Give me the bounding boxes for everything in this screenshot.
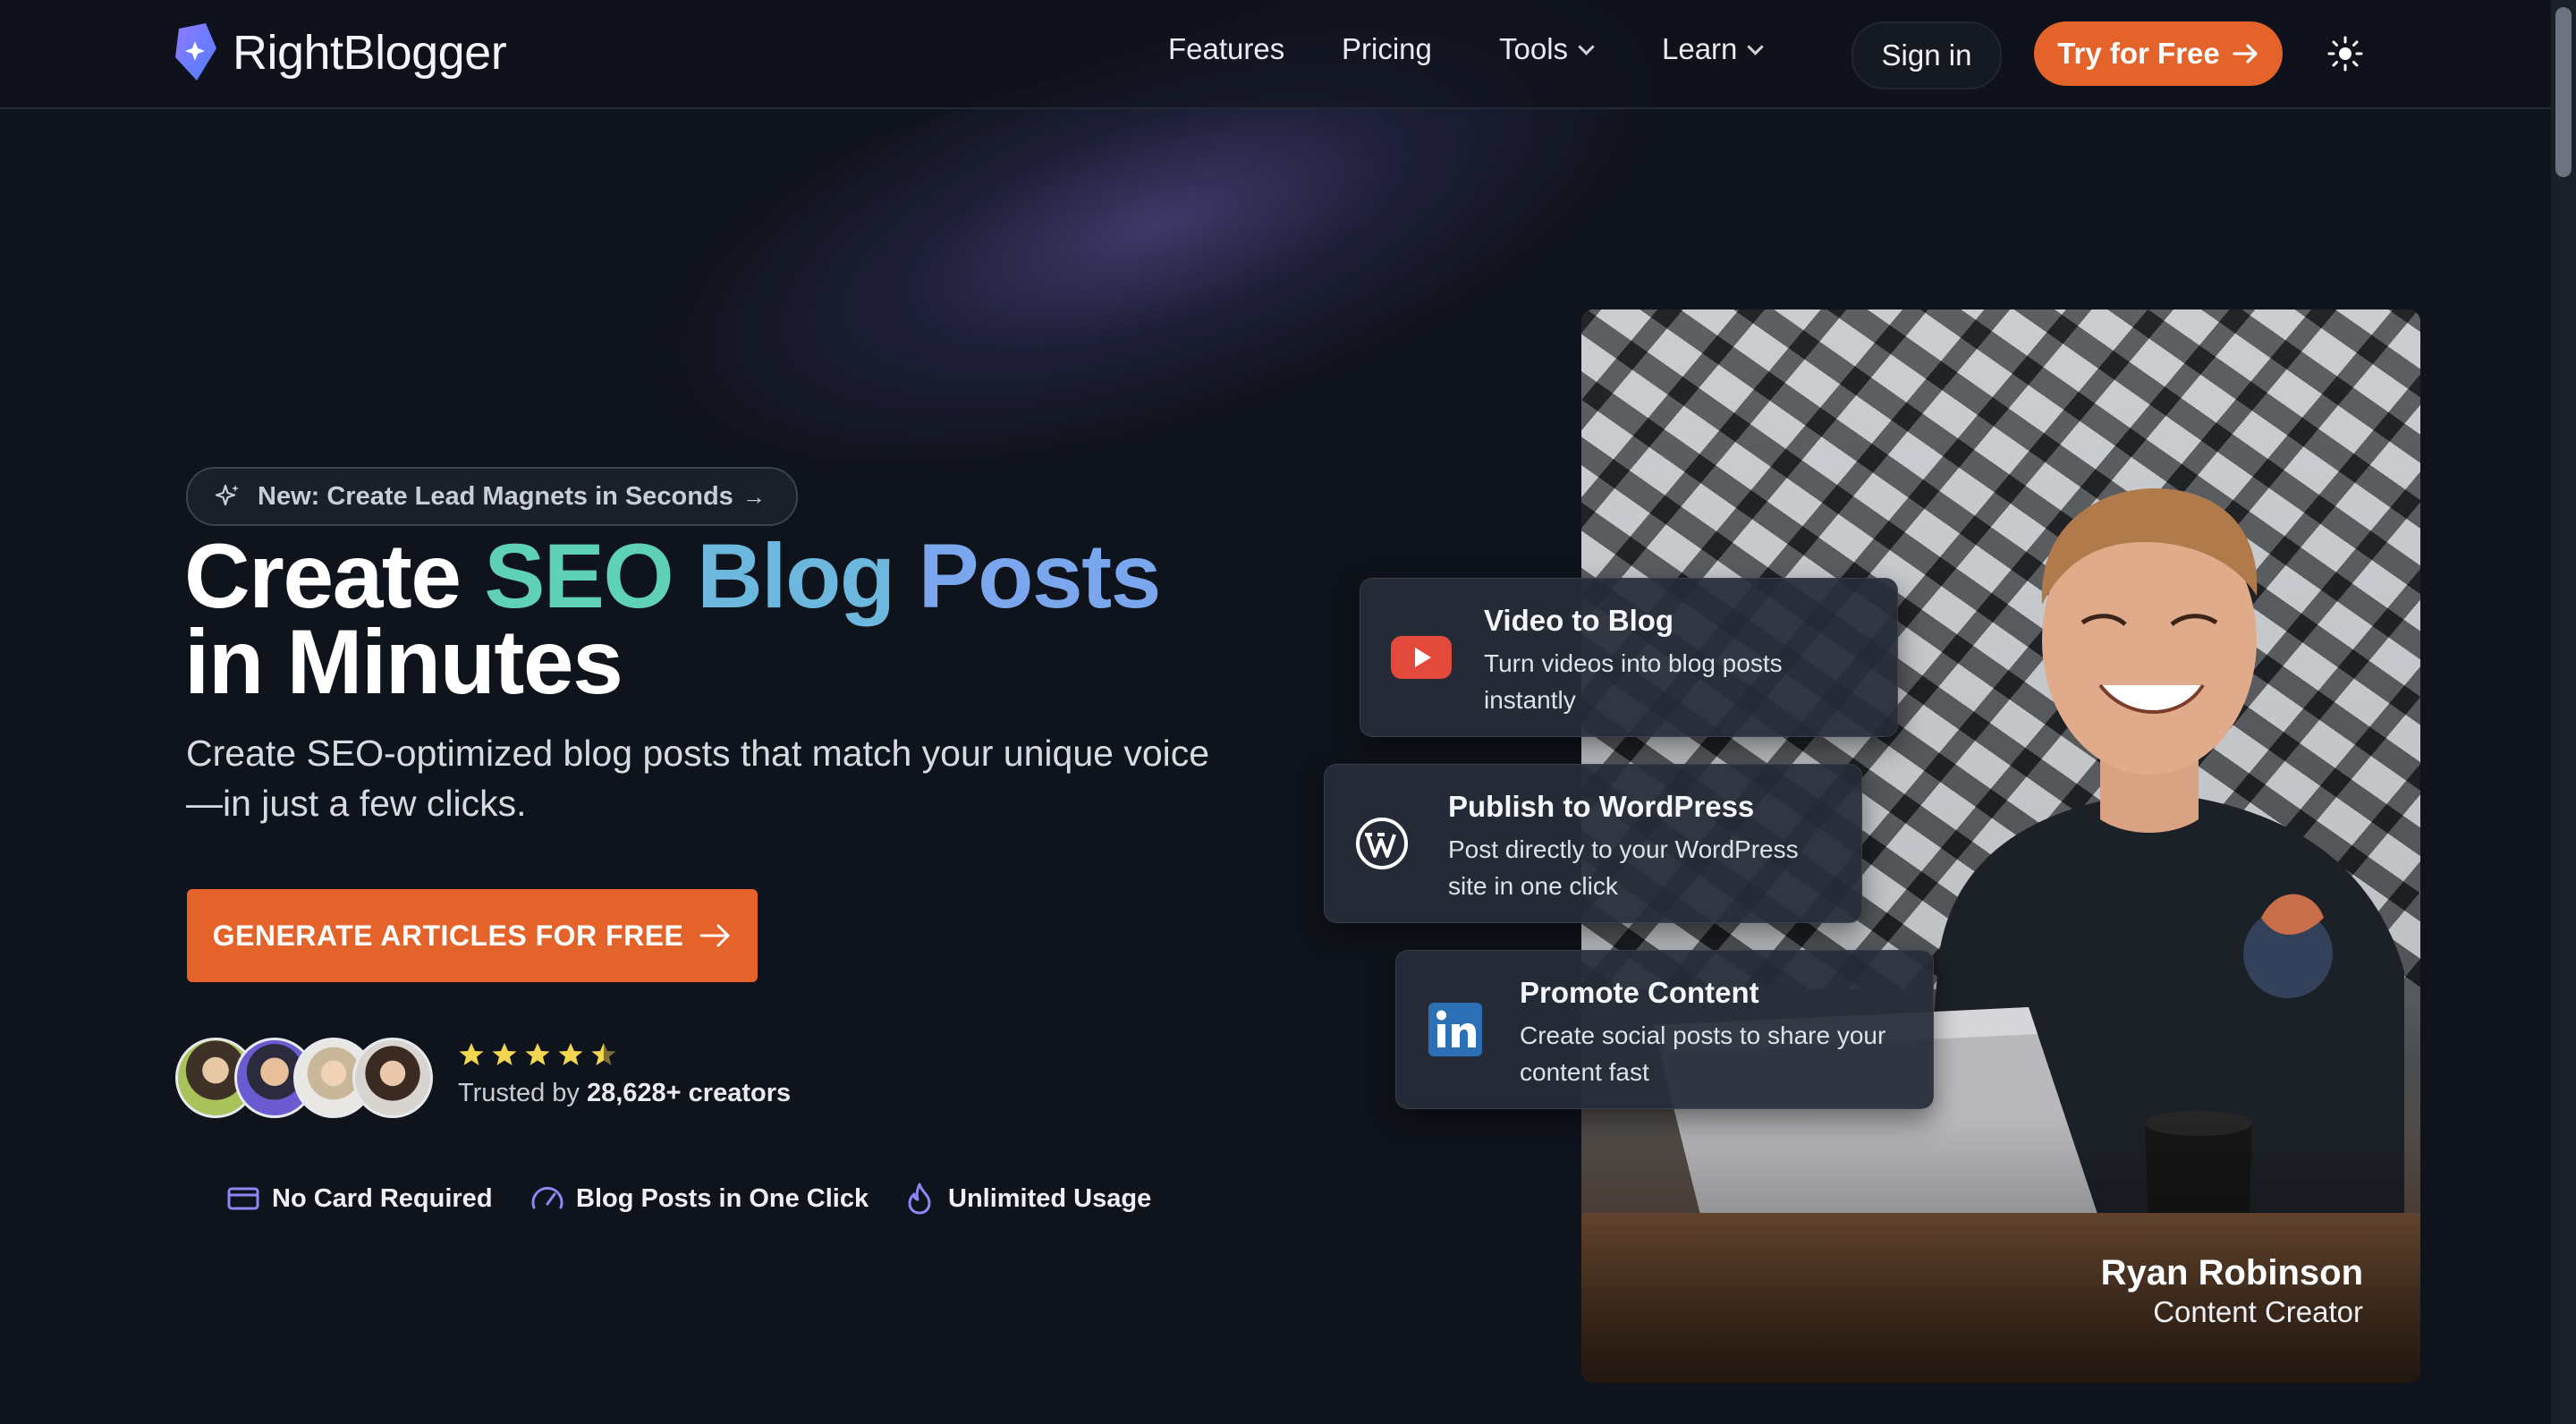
feature-label: Unlimited Usage <box>948 1183 1152 1213</box>
scrollbar-thumb[interactable] <box>2555 7 2572 177</box>
feature-label: No Card Required <box>272 1183 493 1213</box>
feature-unlimited: Unlimited Usage <box>902 1181 1151 1216</box>
youtube-icon <box>1391 636 1452 679</box>
nav-tools-label: Tools <box>1499 32 1569 65</box>
nav-features[interactable]: Features <box>1168 32 1284 66</box>
nav-features-label: Features <box>1168 32 1285 65</box>
sign-in-label: Sign in <box>1881 38 1972 72</box>
arrow-right-icon <box>699 924 730 947</box>
photo-shade <box>1581 1115 2420 1383</box>
trusted-prefix: Trusted by <box>458 1079 587 1107</box>
flame-icon <box>908 1182 931 1215</box>
headline-line2: in Minutes <box>184 611 623 713</box>
half-star-icon <box>591 1043 616 1065</box>
feature-no-card: No Card Required <box>225 1181 493 1216</box>
top-navbar: RightBlogger Features Pricing Tools Lear… <box>0 0 2551 109</box>
credit-card-icon <box>227 1187 259 1210</box>
try-for-free-button[interactable]: Try for Free <box>2034 21 2283 86</box>
logo-icon <box>175 23 216 81</box>
headline-posts: Posts <box>918 525 1162 627</box>
nav-pricing[interactable]: Pricing <box>1342 32 1432 66</box>
try-for-free-label: Try for Free <box>2057 37 2220 70</box>
card-title: Promote Content <box>1520 976 1759 1009</box>
logo-text: RightBlogger <box>233 26 507 80</box>
card-promote-content: Promote Content Create social posts to s… <box>1395 950 1934 1109</box>
cta-label: GENERATE ARTICLES FOR FREE <box>212 919 684 952</box>
card-video-to-blog: Video to Blog Turn videos into blog post… <box>1360 578 1898 737</box>
chevron-down-icon <box>1747 38 1765 55</box>
hero-subtitle: Create SEO-optimized blog posts that mat… <box>186 733 1210 824</box>
linkedin-icon <box>1428 1003 1482 1056</box>
nav-pricing-label: Pricing <box>1342 32 1432 65</box>
hero-headline: Create SEO Blog Posts in Minutes <box>184 530 1161 708</box>
logo[interactable]: RightBlogger <box>170 21 507 84</box>
sparkle-icon <box>215 484 239 506</box>
card-description: Turn videos into blog posts instantly <box>1484 649 1783 714</box>
trusted-text: Trusted by 28,628+ creators <box>458 1079 791 1108</box>
card-publish-wordpress: Publish to WordPress Post directly to yo… <box>1324 764 1862 923</box>
feature-label: Blog Posts in One Click <box>576 1183 869 1213</box>
sign-in-button[interactable]: Sign in <box>1852 21 2002 89</box>
arrow-right-icon: → <box>741 482 766 510</box>
card-description: Create social posts to share your conten… <box>1520 1021 1886 1086</box>
arrow-right-icon <box>2233 44 2258 64</box>
wordpress-icon <box>1356 818 1408 869</box>
generate-articles-button[interactable]: GENERATE ARTICLES FOR FREE <box>187 889 758 982</box>
star-icon <box>459 1043 484 1065</box>
trusted-count: 28,628+ creators <box>586 1079 792 1107</box>
card-title: Publish to WordPress <box>1448 790 1755 823</box>
speedometer-icon <box>531 1187 564 1209</box>
avatar <box>352 1038 433 1118</box>
chevron-down-icon <box>1578 38 1595 55</box>
testimonial-role: Content Creator <box>2153 1295 2363 1328</box>
card-title: Video to Blog <box>1484 604 1674 637</box>
feature-one-click: Blog Posts in One Click <box>530 1181 869 1216</box>
announcement-badge[interactable]: New: Create Lead Magnets in Seconds → <box>186 467 798 526</box>
rating-stars <box>458 1041 623 1068</box>
star-icon <box>558 1043 583 1065</box>
nav-learn[interactable]: Learn <box>1662 32 1765 66</box>
nav-tools[interactable]: Tools <box>1499 32 1595 66</box>
star-icon <box>492 1043 517 1065</box>
theme-toggle-sun-icon[interactable] <box>2327 36 2363 72</box>
scrollbar-track[interactable] <box>2551 0 2576 1424</box>
star-icon <box>525 1043 550 1065</box>
headline-blog: Blog <box>697 525 895 627</box>
card-description: Post directly to your WordPress site in … <box>1448 835 1799 900</box>
nav-learn-label: Learn <box>1662 32 1738 65</box>
testimonial-name: Ryan Robinson <box>2100 1253 2363 1293</box>
badge-text: New: Create Lead Magnets in Seconds <box>258 481 733 511</box>
